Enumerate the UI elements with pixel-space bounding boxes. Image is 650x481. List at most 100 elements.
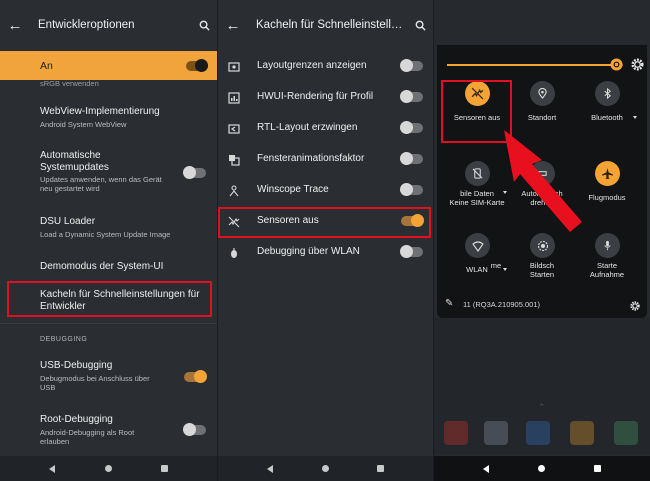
setting-subtitle: Android-Debugging als Root erlauben [40, 428, 135, 446]
tile-label: Standort [527, 113, 557, 122]
dock-app-icon [526, 421, 550, 445]
qs-tile-toggle[interactable] [400, 59, 423, 72]
mobile-data-icon[interactable] [465, 161, 490, 186]
setting-root-debugging[interactable]: Root-Debugging Android-Debugging als Roo… [0, 412, 217, 452]
setting-title: Automatische Systemupdates [40, 150, 109, 173]
wifi-icon[interactable] [465, 233, 490, 258]
quick-settings-shade: ⌃ Sensoren aus Standort Bluetooth bile Date… [433, 0, 650, 481]
app-bar: ← Kacheln für Schnelleinstell… [218, 0, 433, 50]
qs-tile-row[interactable]: Winscope Trace [218, 176, 433, 204]
setting-usb-debugging[interactable]: USB-Debugging Debugmodus bei Anschluss ü… [0, 358, 217, 398]
search-icon[interactable] [407, 20, 433, 31]
root-debugging-toggle[interactable] [183, 423, 206, 436]
back-arrow-icon[interactable]: ← [218, 17, 248, 34]
wireless-debug-icon [228, 246, 240, 258]
app-bar: ← Entwickleroptionen [0, 0, 217, 50]
master-switch-toggle[interactable] [186, 59, 208, 72]
tile-label-overflow: me [490, 261, 502, 270]
edit-pencil-icon[interactable]: ✎ [445, 298, 453, 309]
qs-tile-toggle[interactable] [400, 121, 423, 134]
usb-debugging-toggle[interactable] [184, 370, 207, 383]
search-icon[interactable] [191, 20, 217, 31]
setting-subtitle: Debugmodus bei Anschluss über USB [40, 374, 150, 392]
master-switch-label: An [40, 60, 53, 72]
mic-icon[interactable] [595, 233, 620, 258]
setting-title: Demomodus der System-UI [40, 261, 164, 272]
nav-back-icon[interactable] [483, 464, 489, 473]
qs-tile-row[interactable]: Fensteranimationsfaktor [218, 145, 433, 173]
layout-bounds-icon [228, 60, 240, 72]
dock-app-icon [484, 421, 508, 445]
setting-dsu-loader[interactable]: DSU Loader Load a Dynamic System Update … [0, 214, 217, 244]
cut-subtitle: sRGB verwenden [40, 79, 99, 88]
hwui-profile-icon [228, 91, 240, 104]
setting-auto-updates[interactable]: Automatische Systemupdates Updates anwen… [0, 148, 217, 196]
qs-tile-row[interactable]: Layoutgrenzen anzeigen [218, 52, 433, 80]
dock-app-icon [614, 421, 638, 445]
qs-tile-label: Debugging über WLAN [257, 246, 360, 257]
navigation-bar [434, 456, 650, 481]
page-title: Entwickleroptionen [38, 19, 135, 31]
nav-back-icon[interactable] [49, 464, 56, 473]
qs-tile-toggle[interactable] [400, 90, 423, 103]
bluetooth-icon[interactable] [595, 81, 620, 106]
qs-tile-toggle[interactable] [400, 245, 423, 258]
brightness-track[interactable] [447, 64, 623, 66]
winscope-icon [228, 184, 240, 197]
red-arrow-annotation [504, 130, 582, 232]
tile-label-line2: Aufnahme [589, 270, 625, 279]
developer-options-screen: ← Entwickleroptionen An sRGB verwenden W… [0, 0, 217, 481]
nav-home-icon[interactable] [104, 465, 112, 472]
screenshot-collage: ← Entwickleroptionen An sRGB verwenden W… [0, 0, 650, 481]
highlight-box [7, 281, 212, 317]
qs-tile-row[interactable]: Debugging über WLAN [218, 238, 433, 266]
dock-chevron-icon: ⌃ [538, 402, 546, 412]
qs-tile-label: Winscope Trace [257, 184, 329, 195]
setting-title: Root-Debugging [40, 414, 113, 425]
page-title: Kacheln für Schnelleinstell… [256, 19, 403, 31]
nav-home-icon[interactable] [321, 465, 329, 472]
qs-tile-label: Fensteranimationsfaktor [257, 153, 365, 164]
setting-demo-mode[interactable]: Demomodus der System-UI [0, 258, 217, 278]
location-icon[interactable] [530, 81, 555, 106]
nav-recents-icon[interactable] [377, 465, 385, 472]
dock-app-icon [570, 421, 594, 445]
screen-record-icon[interactable] [530, 233, 555, 258]
qs-tile-toggle[interactable] [400, 183, 423, 196]
setting-title: WebView-Implementierung [40, 106, 160, 117]
qs-tile-label: RTL-Layout erzwingen [257, 122, 358, 133]
nav-recents-icon[interactable] [594, 465, 601, 472]
window-animation-icon [228, 153, 240, 166]
nav-home-icon[interactable] [538, 465, 545, 472]
setting-title: USB-Debugging [40, 360, 113, 371]
tile-label-line2: Starten [529, 270, 555, 279]
setting-webview[interactable]: WebView-Implementierung Android System W… [0, 104, 217, 134]
master-switch-row[interactable]: An [0, 51, 217, 80]
section-header: DEBUGGING [40, 336, 88, 343]
navigation-bar [218, 456, 433, 481]
brightness-sun-icon[interactable] [610, 58, 623, 71]
section-divider [0, 323, 217, 324]
setting-subtitle: Updates anwenden, wenn das Gerät neu ges… [40, 175, 162, 193]
nav-back-icon[interactable] [266, 464, 273, 473]
dock-app-icon [444, 421, 468, 445]
qs-tile-label: Layoutgrenzen anzeigen [257, 60, 367, 71]
settings-gear-small-icon[interactable] [630, 298, 640, 316]
back-arrow-icon[interactable]: ← [0, 17, 30, 34]
qs-tile-row[interactable]: HWUI-Rendering für Profil [218, 83, 433, 111]
setting-subtitle: Load a Dynamic System Update Image [40, 230, 171, 239]
qs-tile-row[interactable]: RTL-Layout erzwingen [218, 114, 433, 142]
qs-tile-toggle[interactable] [400, 152, 423, 165]
qs-tile-label: HWUI-Rendering für Profil [257, 91, 374, 102]
auto-updates-toggle[interactable] [183, 166, 206, 179]
navigation-bar [0, 456, 217, 481]
brightness-fill [447, 64, 616, 66]
settings-gear-icon[interactable] [631, 58, 644, 76]
highlight-box [218, 207, 431, 238]
tile-label-line1: Bildsch [529, 261, 555, 270]
airplane-icon[interactable] [595, 161, 620, 186]
quick-settings-developer-tiles-screen: ← Kacheln für Schnelleinstell… Layoutgre… [217, 0, 433, 481]
dropdown-caret-icon[interactable] [633, 116, 637, 119]
nav-recents-icon[interactable] [160, 465, 168, 472]
build-number: 11 (RQ3A.210905.001) [463, 300, 540, 309]
